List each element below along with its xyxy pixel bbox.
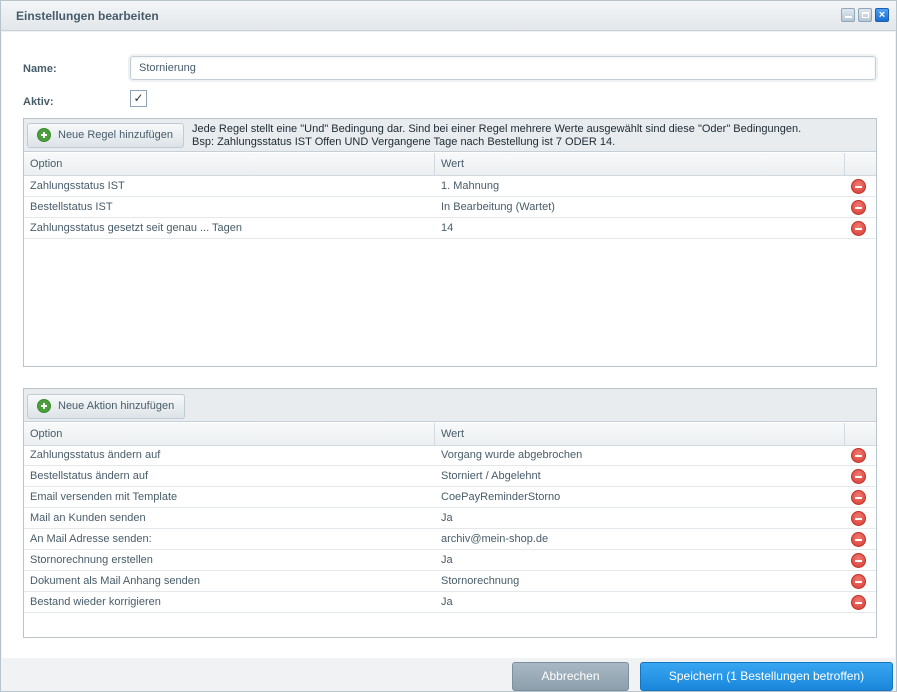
table-row[interactable]: An Mail Adresse senden: archiv@mein-shop… <box>24 529 876 550</box>
action-option: Dokument als Mail Anhang senden <box>30 575 200 587</box>
column-header-option[interactable]: Option <box>24 423 435 445</box>
action-value: Storniert / Abgelehnt <box>441 470 541 482</box>
actions-panel: Neue Aktion hinzufügen Option Wert Zahlu… <box>23 388 877 638</box>
remove-action-icon[interactable] <box>851 490 866 505</box>
remove-action-icon[interactable] <box>851 469 866 484</box>
actions-toolbar: Neue Aktion hinzufügen <box>24 389 876 422</box>
rule-option: Bestellstatus IST <box>30 201 113 213</box>
active-label: Aktiv: <box>23 96 54 108</box>
action-value: Vorgang wurde abgebrochen <box>441 449 583 461</box>
name-label: Name: <box>23 63 57 75</box>
add-rule-button[interactable]: Neue Regel hinzufügen <box>27 123 184 148</box>
table-row[interactable]: Mail an Kunden senden Ja <box>24 508 876 529</box>
rules-grid-header: Option Wert <box>24 153 876 176</box>
save-button[interactable]: Speichern (1 Bestellungen betroffen) <box>640 662 893 691</box>
actions-grid-header: Option Wert <box>24 423 876 446</box>
plus-circle-icon <box>37 399 51 413</box>
action-value: Stornorechnung <box>441 575 520 587</box>
close-icon: × <box>878 9 886 21</box>
settings-window: Einstellungen bearbeiten × Name: Aktiv: … <box>0 0 897 692</box>
table-row[interactable]: Dokument als Mail Anhang senden Stornore… <box>24 571 876 592</box>
action-option: Bestand wieder korrigieren <box>30 596 161 608</box>
close-button[interactable]: × <box>875 8 889 22</box>
action-option: Bestellstatus ändern auf <box>30 470 149 482</box>
table-row[interactable]: Zahlungsstatus gesetzt seit genau ... Ta… <box>24 218 876 239</box>
add-action-label: Neue Aktion hinzufügen <box>58 400 175 412</box>
remove-action-icon[interactable] <box>851 553 866 568</box>
remove-action-icon[interactable] <box>851 511 866 526</box>
name-input[interactable] <box>128 54 878 82</box>
active-checkbox[interactable]: ✓ <box>130 90 147 107</box>
table-row[interactable]: Bestand wieder korrigieren Ja <box>24 592 876 613</box>
table-row[interactable]: Zahlungsstatus IST 1. Mahnung <box>24 176 876 197</box>
remove-rule-icon[interactable] <box>851 179 866 194</box>
add-rule-label: Neue Regel hinzufügen <box>58 129 173 141</box>
minimize-button[interactable] <box>841 8 855 22</box>
action-value: archiv@mein-shop.de <box>441 533 549 545</box>
window-title: Einstellungen bearbeiten <box>16 9 159 23</box>
plus-circle-icon <box>37 128 51 142</box>
action-value: Ja <box>441 554 453 566</box>
action-value: Ja <box>441 596 453 608</box>
table-row[interactable]: Zahlungsstatus ändern auf Vorgang wurde … <box>24 445 876 466</box>
rules-toolbar: Neue Regel hinzufügen Jede Regel stellt … <box>24 119 876 152</box>
table-row[interactable]: Email versenden mit Template CoePayRemin… <box>24 487 876 508</box>
action-value: CoePayReminderStorno <box>441 491 561 503</box>
window-titlebar[interactable]: Einstellungen bearbeiten × <box>1 1 896 31</box>
rules-hint-line1: Jede Regel stellt eine "Und" Bedingung d… <box>192 123 802 135</box>
checkmark-icon: ✓ <box>133 91 144 105</box>
remove-rule-icon[interactable] <box>851 200 866 215</box>
cancel-button[interactable]: Abbrechen <box>512 662 629 691</box>
maximize-button[interactable] <box>858 8 872 22</box>
rule-value: In Bearbeitung (Wartet) <box>441 201 555 213</box>
minimize-icon <box>845 16 852 18</box>
action-option: Mail an Kunden senden <box>30 512 146 524</box>
rules-panel: Neue Regel hinzufügen Jede Regel stellt … <box>23 118 877 367</box>
remove-action-icon[interactable] <box>851 448 866 463</box>
remove-action-icon[interactable] <box>851 595 866 610</box>
action-option: Email versenden mit Template <box>30 491 178 503</box>
rule-option: Zahlungsstatus gesetzt seit genau ... Ta… <box>30 222 242 234</box>
column-header-value[interactable]: Wert <box>435 423 845 445</box>
remove-rule-icon[interactable] <box>851 221 866 236</box>
action-option: An Mail Adresse senden: <box>30 533 152 545</box>
action-option: Stornorechnung erstellen <box>30 554 153 566</box>
rule-value: 1. Mahnung <box>441 180 500 192</box>
column-header-value[interactable]: Wert <box>435 153 845 175</box>
remove-action-icon[interactable] <box>851 574 866 589</box>
column-header-option[interactable]: Option <box>24 153 435 175</box>
table-row[interactable]: Stornorechnung erstellen Ja <box>24 550 876 571</box>
dialog-content: Name: Aktiv: ✓ Neue Regel hinzufügen Jed… <box>2 32 895 658</box>
maximize-icon <box>862 12 869 18</box>
rule-option: Zahlungsstatus IST <box>30 180 125 192</box>
add-action-button[interactable]: Neue Aktion hinzufügen <box>27 394 186 419</box>
rules-hint: Jede Regel stellt eine "Und" Bedingung d… <box>192 123 801 149</box>
table-row[interactable]: Bestellstatus IST In Bearbeitung (Wartet… <box>24 197 876 218</box>
table-row[interactable]: Bestellstatus ändern auf Storniert / Abg… <box>24 466 876 487</box>
rules-hint-line2: Bsp: Zahlungsstatus IST Offen UND Vergan… <box>192 136 616 148</box>
rule-value: 14 <box>441 222 454 234</box>
action-option: Zahlungsstatus ändern auf <box>30 449 161 461</box>
action-value: Ja <box>441 512 453 524</box>
remove-action-icon[interactable] <box>851 532 866 547</box>
